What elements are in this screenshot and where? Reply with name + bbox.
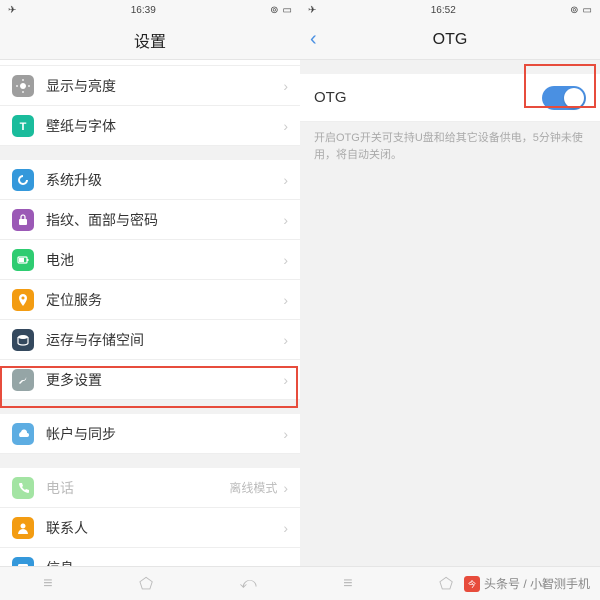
battery-icon [12,249,34,271]
user-icon [12,517,34,539]
svg-text:今: 今 [468,579,476,589]
settings-row-2[interactable]: 系统升级› [0,160,300,200]
chevron-right-icon: › [283,172,288,188]
row-detail: 离线模式 [229,479,277,496]
row-label: 联系人 [46,518,283,538]
cloud-icon [12,423,34,445]
settings-row-1[interactable]: T 壁纸与字体› [0,106,300,146]
phone-icon [12,477,34,499]
chevron-right-icon: › [283,118,288,134]
settings-row-4[interactable]: 电池› [0,240,300,280]
settings-row-9[interactable]: 电话离线模式 › [0,468,300,508]
wifi-icon: ⊚ [570,5,578,16]
menu-icon[interactable]: ≡ [43,575,52,593]
back-icon[interactable]: ⤺ [240,575,257,593]
settings-row-3[interactable]: 指纹、面部与密码› [0,200,300,240]
otg-toggle[interactable] [542,86,586,110]
page-title: 设置 [134,28,166,52]
settings-row-0[interactable]: 显示与亮度› [0,66,300,106]
chevron-right-icon: › [283,252,288,268]
row-label: 电池 [46,250,283,270]
page-title: OTG [433,31,468,49]
status-time: 16:52 [431,5,456,16]
row-label: 系统升级 [46,170,283,190]
status-bar: ✈ 16:52 ⊚ ▭ [300,0,600,20]
settings-row-7[interactable]: 更多设置› [0,360,300,400]
row-label: 定位服务 [46,290,283,310]
nav-buttons: ≡ ⬠ ⤺ [0,566,300,600]
wifi-icon: ⊚ [270,5,278,16]
refresh-icon [12,169,34,191]
battery-icon: ▭ [283,5,292,16]
status-time: 16:39 [131,5,156,16]
settings-row-5[interactable]: 定位服务› [0,280,300,320]
chevron-right-icon: › [283,520,288,536]
home-icon[interactable]: ⬠ [139,574,153,594]
chevron-right-icon: › [283,372,288,388]
navbar: ‹ OTG [300,20,600,60]
chevron-right-icon: › [283,332,288,348]
pin-icon [12,289,34,311]
T-icon: T [12,115,34,137]
chevron-right-icon: › [283,292,288,308]
row-label: 显示与亮度 [46,76,283,96]
disk-icon [12,329,34,351]
row-label: 壁纸与字体 [46,116,283,136]
chevron-right-icon: › [283,212,288,228]
chevron-right-icon: › [283,426,288,442]
otg-label: OTG [314,89,347,106]
otg-row: OTG [300,74,600,122]
chevron-right-icon: › [283,480,288,496]
row-label: 指纹、面部与密码 [46,210,283,230]
settings-screen: ✈ 16:39 ⊚▭ 设置 显示与亮度›T壁纸与字体›系统升级›指纹、面部与密码… [0,0,300,600]
row-label: 运存与存储空间 [46,330,283,350]
row-label: 帐户与同步 [46,424,283,444]
home-icon[interactable]: ⬠ [439,574,453,594]
chevron-right-icon: › [283,78,288,94]
sun-icon [12,75,34,97]
row-label: 更多设置 [46,370,283,390]
back-button[interactable]: ‹ [310,28,317,51]
navbar: 设置 [0,20,300,60]
lock-icon [12,209,34,231]
settings-list: 显示与亮度›T壁纸与字体›系统升级›指纹、面部与密码›电池›定位服务›运存与存储… [0,60,300,588]
wrench-icon [12,369,34,391]
battery-icon: ▭ [583,5,592,16]
row-label: 电话 [46,478,229,498]
status-bar: ✈ 16:39 ⊚ ▭ [0,0,300,20]
settings-row-10[interactable]: 联系人› [0,508,300,548]
airplane-icon: ✈ [308,5,316,16]
otg-description: 开启OTG开关可支持U盘和给其它设备供电，5分钟未使用，将自动关闭。 [300,122,600,171]
watermark: 今 头条号 / 小智测手机 [464,575,590,592]
watermark-icon: 今 [464,576,480,592]
svg-text:T: T [20,121,27,133]
settings-row-6[interactable]: 运存与存储空间› [0,320,300,360]
airplane-icon: ✈ [8,5,16,16]
menu-icon[interactable]: ≡ [343,575,352,593]
otg-screen: ✈ 16:52 ⊚ ▭ ‹ OTG OTG 开启OTG开关可支持U盘和给其它设备供… [300,0,600,600]
settings-row-8[interactable]: 帐户与同步› [0,414,300,454]
